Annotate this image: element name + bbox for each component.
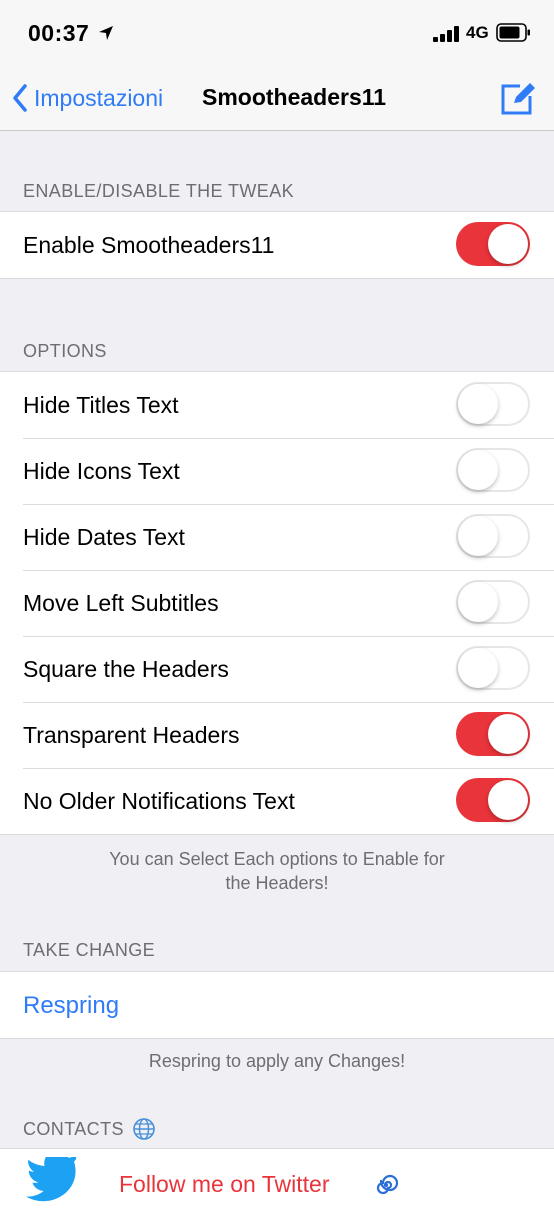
status-bar: 00:37 4G (0, 0, 554, 66)
twitter-bird-icon (25, 1157, 77, 1202)
hide-titles-row: Hide Titles Text (0, 372, 554, 438)
no-older-notifications-label: No Older Notifications Text (23, 788, 295, 814)
toggle-knob (488, 780, 528, 820)
move-left-subtitles-label: Move Left Subtitles (23, 590, 219, 616)
section-header-enable: ENABLE/DISABLE THE TWEAK (23, 181, 295, 201)
page-title: Smootheaders11 (202, 84, 387, 110)
location-arrow-icon (99, 26, 113, 40)
hide-dates-label: Hide Dates Text (23, 524, 185, 550)
options-footer-line1: You can Select Each options to Enable fo… (109, 849, 445, 869)
twitter-link[interactable]: Follow me on Twitter (119, 1171, 329, 1198)
toggle-knob (488, 224, 528, 264)
hide-dates-row: Hide Dates Text (0, 504, 554, 570)
options-footer: You can Select Each options to Enable fo… (0, 847, 554, 895)
enable-tweak-row: Enable Smootheaders11 (0, 212, 554, 278)
toggle-knob (458, 582, 498, 622)
enable-tweak-toggle[interactable] (456, 222, 530, 266)
back-label: Impostazioni (34, 84, 164, 111)
take-change-group: Respring (0, 971, 554, 1039)
swirl-icon (373, 1172, 399, 1198)
hide-titles-label: Hide Titles Text (23, 392, 179, 418)
status-time: 00:37 (28, 20, 90, 46)
back-chevron-icon (13, 84, 27, 112)
respring-row[interactable]: Respring (0, 972, 554, 1038)
transparent-headers-row: Transparent Headers (0, 702, 554, 768)
toggle-knob (458, 384, 498, 424)
move-left-subtitles-toggle[interactable] (456, 580, 530, 624)
no-older-notifications-toggle[interactable] (456, 778, 530, 822)
signal-icon (433, 26, 459, 42)
section-header-options: OPTIONS (23, 341, 107, 361)
toggle-knob (458, 516, 498, 556)
toggle-knob (458, 450, 498, 490)
hide-icons-row: Hide Icons Text (0, 438, 554, 504)
square-headers-toggle[interactable] (456, 646, 530, 690)
respring-footer: Respring to apply any Changes! (148, 1051, 406, 1071)
battery-icon (496, 23, 530, 42)
back-button[interactable]: Impostazioni (12, 80, 163, 116)
square-headers-row: Square the Headers (0, 636, 554, 702)
navigation-bar: Impostazioni Smootheaders11 (0, 66, 554, 131)
section-header-take-change: TAKE CHANGE (23, 940, 156, 960)
contacts-header-label: CONTACTS (23, 1118, 124, 1139)
square-headers-label: Square the Headers (23, 656, 229, 682)
section-header-contacts: CONTACTS (23, 1117, 156, 1141)
move-left-subtitles-row: Move Left Subtitles (0, 570, 554, 636)
toggle-knob (488, 714, 528, 754)
hide-titles-toggle[interactable] (456, 382, 530, 426)
respring-button[interactable]: Respring (23, 992, 119, 1020)
enable-tweak-label: Enable Smootheaders11 (23, 232, 275, 258)
network-type: 4G (466, 23, 489, 42)
options-group: Hide Titles Text Hide Icons Text Hide Da… (0, 371, 554, 835)
globe-icon (133, 1118, 155, 1140)
options-footer-line2: the Headers! (225, 873, 329, 893)
transparent-headers-label: Transparent Headers (23, 722, 240, 748)
compose-icon[interactable] (500, 82, 536, 116)
transparent-headers-toggle[interactable] (456, 712, 530, 756)
enable-group: Enable Smootheaders11 (0, 211, 554, 279)
no-older-notifications-row: No Older Notifications Text (0, 768, 554, 834)
hide-icons-label: Hide Icons Text (23, 458, 180, 484)
hide-dates-toggle[interactable] (456, 514, 530, 558)
hide-icons-toggle[interactable] (456, 448, 530, 492)
toggle-knob (458, 648, 498, 688)
